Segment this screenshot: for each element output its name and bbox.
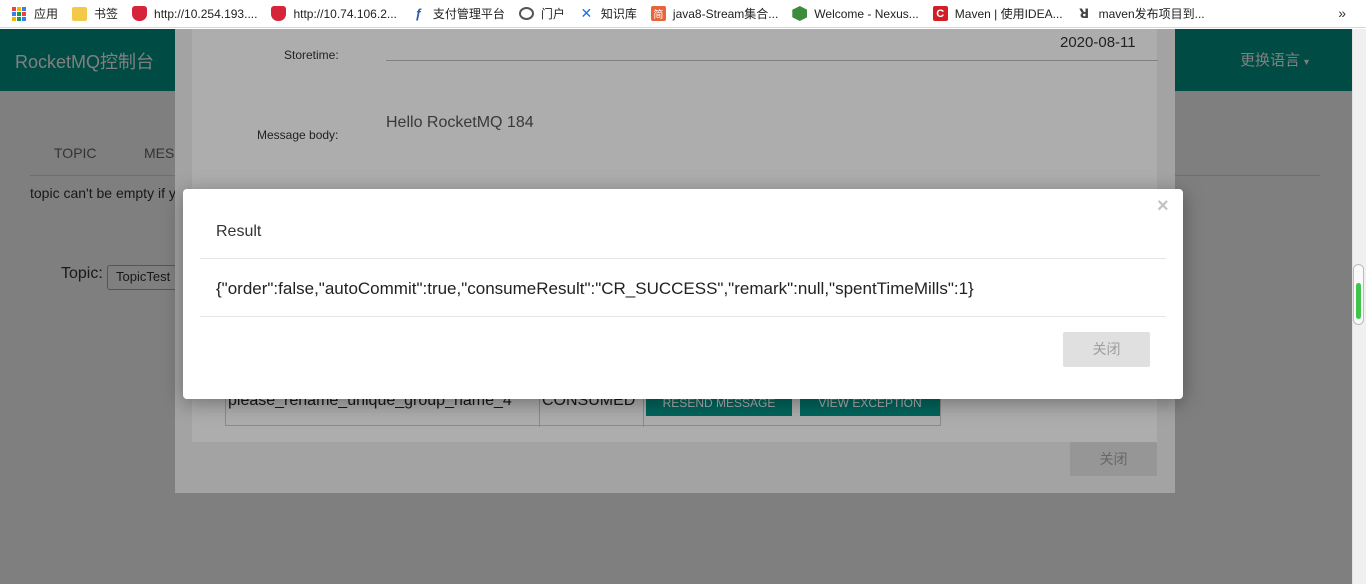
pay-logo-icon: ƒ xyxy=(414,6,422,21)
result-modal: Result × {"order":false,"autoCommit":tru… xyxy=(183,189,1183,399)
bookmark-link[interactable]: Welcome - Nexus... xyxy=(792,0,919,27)
bookmark-label: http://10.74.106.2... xyxy=(293,6,397,21)
bookmark-label: Maven | 使用IDEA... xyxy=(954,7,1063,21)
bookmarks-bar: 应用 书签 http://10.254.193.... http://10.74… xyxy=(0,0,1366,28)
jianshu-icon: 简 xyxy=(650,6,666,21)
nexus-icon xyxy=(792,6,808,21)
shield-icon xyxy=(132,6,148,21)
confluence-icon: ✕ xyxy=(580,5,593,21)
bookmark-label: 应用 xyxy=(34,7,59,21)
bookmark-link[interactable]: http://10.254.193.... xyxy=(132,0,258,27)
bookmark-label: java8-Stream集合... xyxy=(672,7,779,21)
bookmark-label: 书签 xyxy=(94,7,119,21)
bookmark-label: http://10.254.193.... xyxy=(154,6,258,21)
bookmark-apps[interactable]: 应用 xyxy=(12,0,59,27)
bookmark-folder[interactable]: 书签 xyxy=(72,0,119,27)
bookmark-link[interactable]: ꓤ maven发布项目到... xyxy=(1077,0,1205,27)
bookmark-label: 门户 xyxy=(540,7,565,21)
bookmark-link[interactable]: http://10.74.106.2... xyxy=(271,0,397,27)
bookmark-label: 支付管理平台 xyxy=(432,7,505,21)
bookmark-link[interactable]: ✕ 知识库 xyxy=(579,0,637,27)
result-close-button[interactable]: 关闭 xyxy=(1063,332,1150,367)
result-modal-header: Result xyxy=(200,189,1166,259)
bookmark-link[interactable]: ƒ 支付管理平台 xyxy=(411,0,505,27)
bookmark-link[interactable]: 门户 xyxy=(518,0,565,27)
result-title: Result xyxy=(216,223,262,240)
bookmark-label: maven发布项目到... xyxy=(1098,7,1205,21)
bookmark-link[interactable]: 简 java8-Stream集合... xyxy=(650,0,779,27)
bookmarks-more-button[interactable]: » xyxy=(1338,0,1346,27)
maven-icon: C xyxy=(932,6,948,21)
bookmark-label: 知识库 xyxy=(600,7,637,21)
bookmark-link[interactable]: C Maven | 使用IDEA... xyxy=(932,0,1063,27)
apps-grid-icon xyxy=(12,6,26,21)
shield-icon xyxy=(271,6,287,21)
globe-icon xyxy=(518,7,534,20)
folder-icon xyxy=(72,6,88,21)
bookmark-label: Welcome - Nexus... xyxy=(814,6,919,21)
scrollbar-thumb[interactable] xyxy=(1353,264,1364,325)
result-json-text: {"order":false,"autoCommit":true,"consum… xyxy=(216,279,974,298)
maven-alt-icon: ꓤ xyxy=(1079,5,1090,21)
result-modal-body: {"order":false,"autoCommit":true,"consum… xyxy=(200,260,1166,317)
close-icon[interactable]: × xyxy=(1157,195,1169,218)
